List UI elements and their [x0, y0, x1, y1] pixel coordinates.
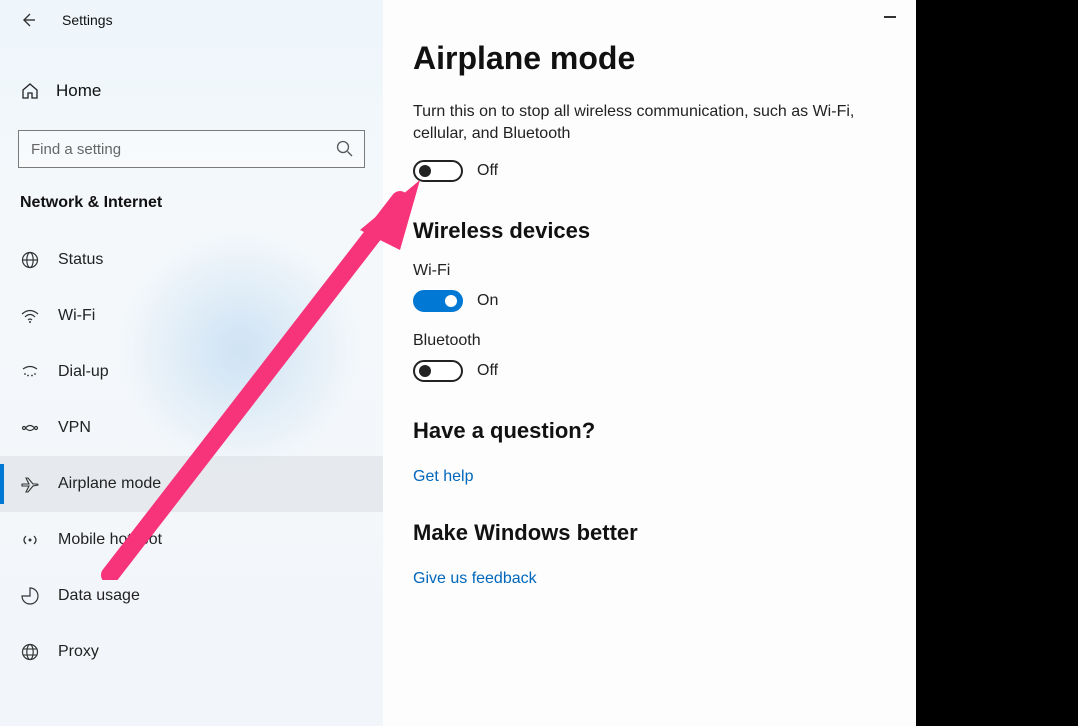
airplane-icon: [20, 474, 40, 494]
minimize-button[interactable]: [884, 8, 898, 22]
home-label: Home: [56, 81, 101, 101]
airplane-toggle[interactable]: [413, 160, 463, 182]
sidebar-item-label: Status: [58, 251, 103, 269]
search-box: [18, 130, 365, 168]
better-heading: Make Windows better: [413, 520, 886, 546]
sidebar-item-wifi[interactable]: Wi-Fi: [0, 288, 383, 344]
feedback-link[interactable]: Give us feedback: [413, 570, 537, 588]
wifi-block: Wi-Fi On: [413, 262, 886, 312]
bluetooth-toggle[interactable]: [413, 360, 463, 382]
airplane-toggle-state: Off: [477, 162, 498, 180]
sidebar-item-label: Data usage: [58, 587, 140, 605]
sidebar-item-datausage[interactable]: Data usage: [0, 568, 383, 624]
titlebar: Settings: [0, 0, 383, 40]
nav-list: Status Wi-Fi Dial-up VPN Airplane mode M…: [0, 232, 383, 680]
wifi-label: Wi-Fi: [413, 262, 886, 280]
content-pane: Airplane mode Turn this on to stop all w…: [383, 0, 916, 726]
app-title: Settings: [62, 12, 113, 28]
wifi-toggle-state: On: [477, 292, 498, 310]
search-icon: [335, 139, 355, 159]
sidebar-item-label: Proxy: [58, 643, 99, 661]
back-arrow-icon: [20, 12, 36, 28]
vpn-icon: [20, 418, 40, 438]
sidebar-item-label: Airplane mode: [58, 475, 161, 493]
sidebar-item-proxy[interactable]: Proxy: [0, 624, 383, 680]
wifi-icon: [20, 306, 40, 326]
home-nav[interactable]: Home: [0, 68, 383, 114]
bluetooth-toggle-state: Off: [477, 362, 498, 380]
sidebar-item-hotspot[interactable]: Mobile hotspot: [0, 512, 383, 568]
black-margin: [916, 0, 1078, 726]
question-heading: Have a question?: [413, 418, 886, 444]
sidebar-item-vpn[interactable]: VPN: [0, 400, 383, 456]
bluetooth-label: Bluetooth: [413, 332, 886, 350]
sidebar-item-label: VPN: [58, 419, 91, 437]
page-description: Turn this on to stop all wireless commun…: [413, 101, 886, 146]
sidebar-item-label: Mobile hotspot: [58, 531, 162, 549]
sidebar-item-dialup[interactable]: Dial-up: [0, 344, 383, 400]
wireless-devices-heading: Wireless devices: [413, 218, 886, 244]
back-button[interactable]: [18, 10, 38, 30]
datausage-icon: [20, 586, 40, 606]
search-input[interactable]: [18, 130, 365, 168]
sidebar-item-label: Wi-Fi: [58, 307, 95, 325]
sidebar-item-status[interactable]: Status: [0, 232, 383, 288]
left-pane: Settings Home Network & Internet Status …: [0, 0, 383, 726]
category-heading: Network & Internet: [0, 168, 383, 222]
dialup-icon: [20, 362, 40, 382]
bluetooth-block: Bluetooth Off: [413, 332, 886, 382]
home-icon: [20, 81, 40, 101]
settings-window: Settings Home Network & Internet Status …: [0, 0, 916, 726]
proxy-icon: [20, 642, 40, 662]
wifi-toggle[interactable]: [413, 290, 463, 312]
airplane-toggle-row: Off: [413, 160, 886, 182]
page-title: Airplane mode: [413, 40, 886, 77]
globe-icon: [20, 250, 40, 270]
get-help-link[interactable]: Get help: [413, 468, 473, 486]
sidebar-item-label: Dial-up: [58, 363, 109, 381]
sidebar-item-airplane[interactable]: Airplane mode: [0, 456, 383, 512]
hotspot-icon: [20, 530, 40, 550]
